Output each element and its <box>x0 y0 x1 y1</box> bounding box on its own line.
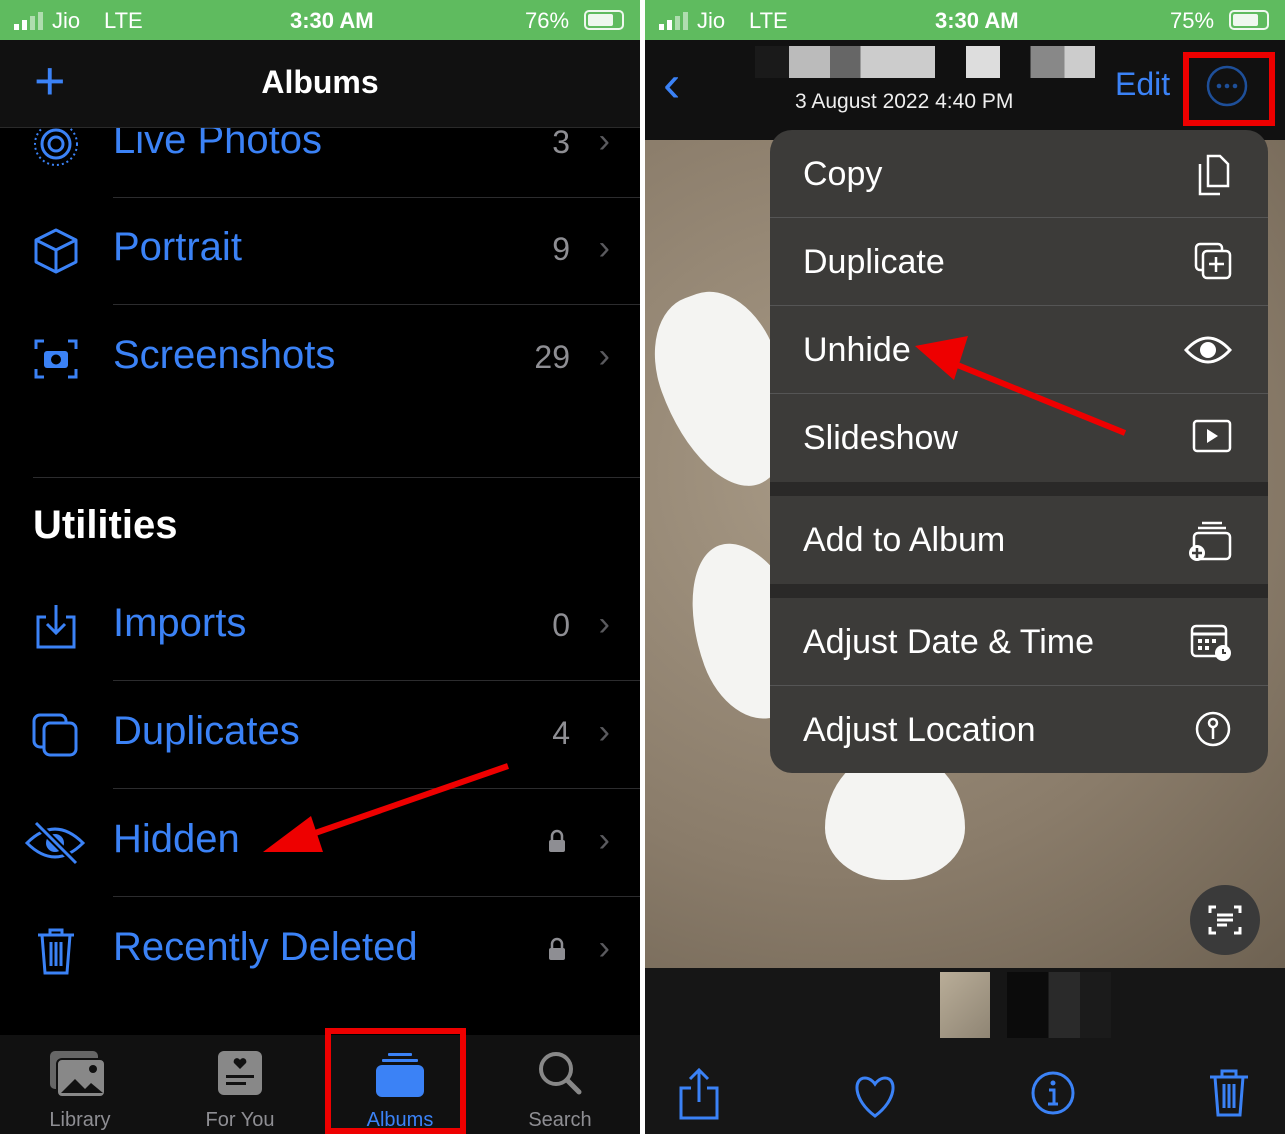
info-icon[interactable] <box>1030 1070 1076 1116</box>
battery-icon <box>1229 10 1269 30</box>
chevron-right-icon: › <box>598 337 610 375</box>
screenshot-icon <box>34 339 78 379</box>
photo-viewer-screen: Jio LTE 3:30 AM 75% ‹ 3 August 2022 4:40… <box>645 0 1285 1134</box>
album-count: 0 <box>552 607 570 643</box>
copy-icon <box>1198 154 1230 196</box>
battery-percent: 76% <box>525 8 570 33</box>
albums-screen: Jio LTE 3:30 AM 76% Live Photos 3 › + Al… <box>0 0 640 1134</box>
menu-item-adjust-date-time[interactable]: Adjust Date & Time <box>770 598 1268 686</box>
tab-label: Search <box>528 1109 592 1131</box>
network: LTE <box>749 8 788 33</box>
album-imports[interactable]: Imports 0 › <box>0 573 640 681</box>
chevron-right-icon: › <box>598 821 610 859</box>
redacted-title <box>755 46 1095 78</box>
album-count: 29 <box>534 339 570 375</box>
menu-item-copy[interactable]: Copy <box>770 130 1268 218</box>
eye-icon <box>1184 336 1232 364</box>
tab-library[interactable]: Library <box>0 1035 160 1134</box>
menu-item-adjust-location[interactable]: Adjust Location <box>770 686 1268 773</box>
share-icon[interactable] <box>677 1068 721 1120</box>
add-album-icon <box>1189 521 1232 561</box>
eye-slash-icon <box>24 820 86 866</box>
search-icon <box>539 1052 582 1095</box>
menu-label: Adjust Date & Time <box>803 623 1095 661</box>
trash-icon <box>38 928 74 975</box>
import-icon <box>36 605 76 649</box>
heart-icon[interactable] <box>851 1074 899 1118</box>
cube-icon <box>34 228 78 274</box>
thumbnail[interactable] <box>940 972 990 1038</box>
chevron-right-icon: › <box>598 229 610 267</box>
trash-icon[interactable] <box>1207 1068 1251 1118</box>
live-text-button[interactable] <box>1190 885 1260 955</box>
thumbnail[interactable] <box>1007 972 1111 1038</box>
carrier: Jio <box>697 8 726 33</box>
album-label: Screenshots <box>113 333 336 377</box>
duplicate-icon <box>1194 242 1232 280</box>
menu-label: Unhide <box>803 331 911 369</box>
album-label: Portrait <box>113 225 242 269</box>
album-count: 3 <box>552 124 570 160</box>
album-count: 9 <box>552 231 570 267</box>
duplicates-icon <box>32 713 78 757</box>
menu-label: Add to Album <box>803 521 1006 559</box>
tab-bar: Library For You Albums Search <box>0 1035 640 1134</box>
menu-item-duplicate[interactable]: Duplicate <box>770 218 1268 306</box>
context-menu: Copy Duplicate Unhide Slideshow Add to A… <box>770 130 1268 773</box>
signal-icon <box>14 12 43 30</box>
back-icon[interactable]: ‹ <box>663 54 680 114</box>
menu-label: Duplicate <box>803 243 945 281</box>
album-recently-deleted[interactable]: Recently Deleted › <box>0 897 640 1005</box>
section-title-utilities: Utilities <box>33 503 178 547</box>
lock-icon <box>549 829 565 852</box>
menu-label: Copy <box>803 155 883 193</box>
chevron-right-icon: › <box>598 929 610 967</box>
section-divider <box>33 477 640 478</box>
photo-date: 3 August 2022 4:40 PM <box>795 90 1014 113</box>
highlight-box <box>1183 52 1275 126</box>
photo-stack-icon <box>50 1051 106 1098</box>
battery-percent: 75% <box>1170 8 1215 33</box>
tab-search[interactable]: Search <box>480 1035 640 1134</box>
page-title: Albums <box>261 64 379 100</box>
album-label: Duplicates <box>113 709 300 753</box>
play-icon <box>1192 419 1232 453</box>
album-count: 4 <box>552 715 570 751</box>
album-label: Imports <box>113 601 247 645</box>
network: LTE <box>104 8 143 33</box>
edit-button[interactable]: Edit <box>1115 66 1170 103</box>
location-info-icon <box>1195 711 1231 747</box>
carrier: Jio <box>52 8 81 33</box>
time: 3:30 AM <box>290 8 374 33</box>
annotation-arrow <box>263 763 509 852</box>
bottom-toolbar <box>645 968 1285 1134</box>
calendar-clock-icon <box>1190 624 1231 661</box>
menu-item-add-to-album[interactable]: Add to Album <box>770 496 1268 584</box>
chevron-right-icon: › <box>598 605 610 643</box>
lock-icon <box>549 937 565 960</box>
status-bar: Jio LTE 3:30 AM 76% <box>0 0 640 40</box>
album-portrait[interactable]: Portrait 9 › <box>0 197 640 305</box>
album-screenshots[interactable]: Screenshots 29 › <box>0 305 640 413</box>
signal-icon <box>659 12 688 30</box>
live-text-icon <box>1208 905 1242 935</box>
menu-label: Adjust Location <box>803 711 1036 749</box>
tab-for-you[interactable]: For You <box>160 1035 320 1134</box>
status-bar: Jio LTE 3:30 AM 75% <box>645 0 1285 40</box>
annotation-arrow <box>915 336 1127 436</box>
tab-label: Library <box>49 1109 111 1131</box>
for-you-icon <box>218 1051 262 1095</box>
album-label: Hidden <box>113 817 240 861</box>
nav-bar: + Albums <box>0 40 640 128</box>
highlight-box <box>325 1028 466 1134</box>
time: 3:30 AM <box>935 8 1019 33</box>
battery-icon <box>584 10 624 30</box>
tab-label: For You <box>205 1109 275 1131</box>
chevron-right-icon: › <box>598 713 610 751</box>
album-label: Recently Deleted <box>113 925 418 969</box>
